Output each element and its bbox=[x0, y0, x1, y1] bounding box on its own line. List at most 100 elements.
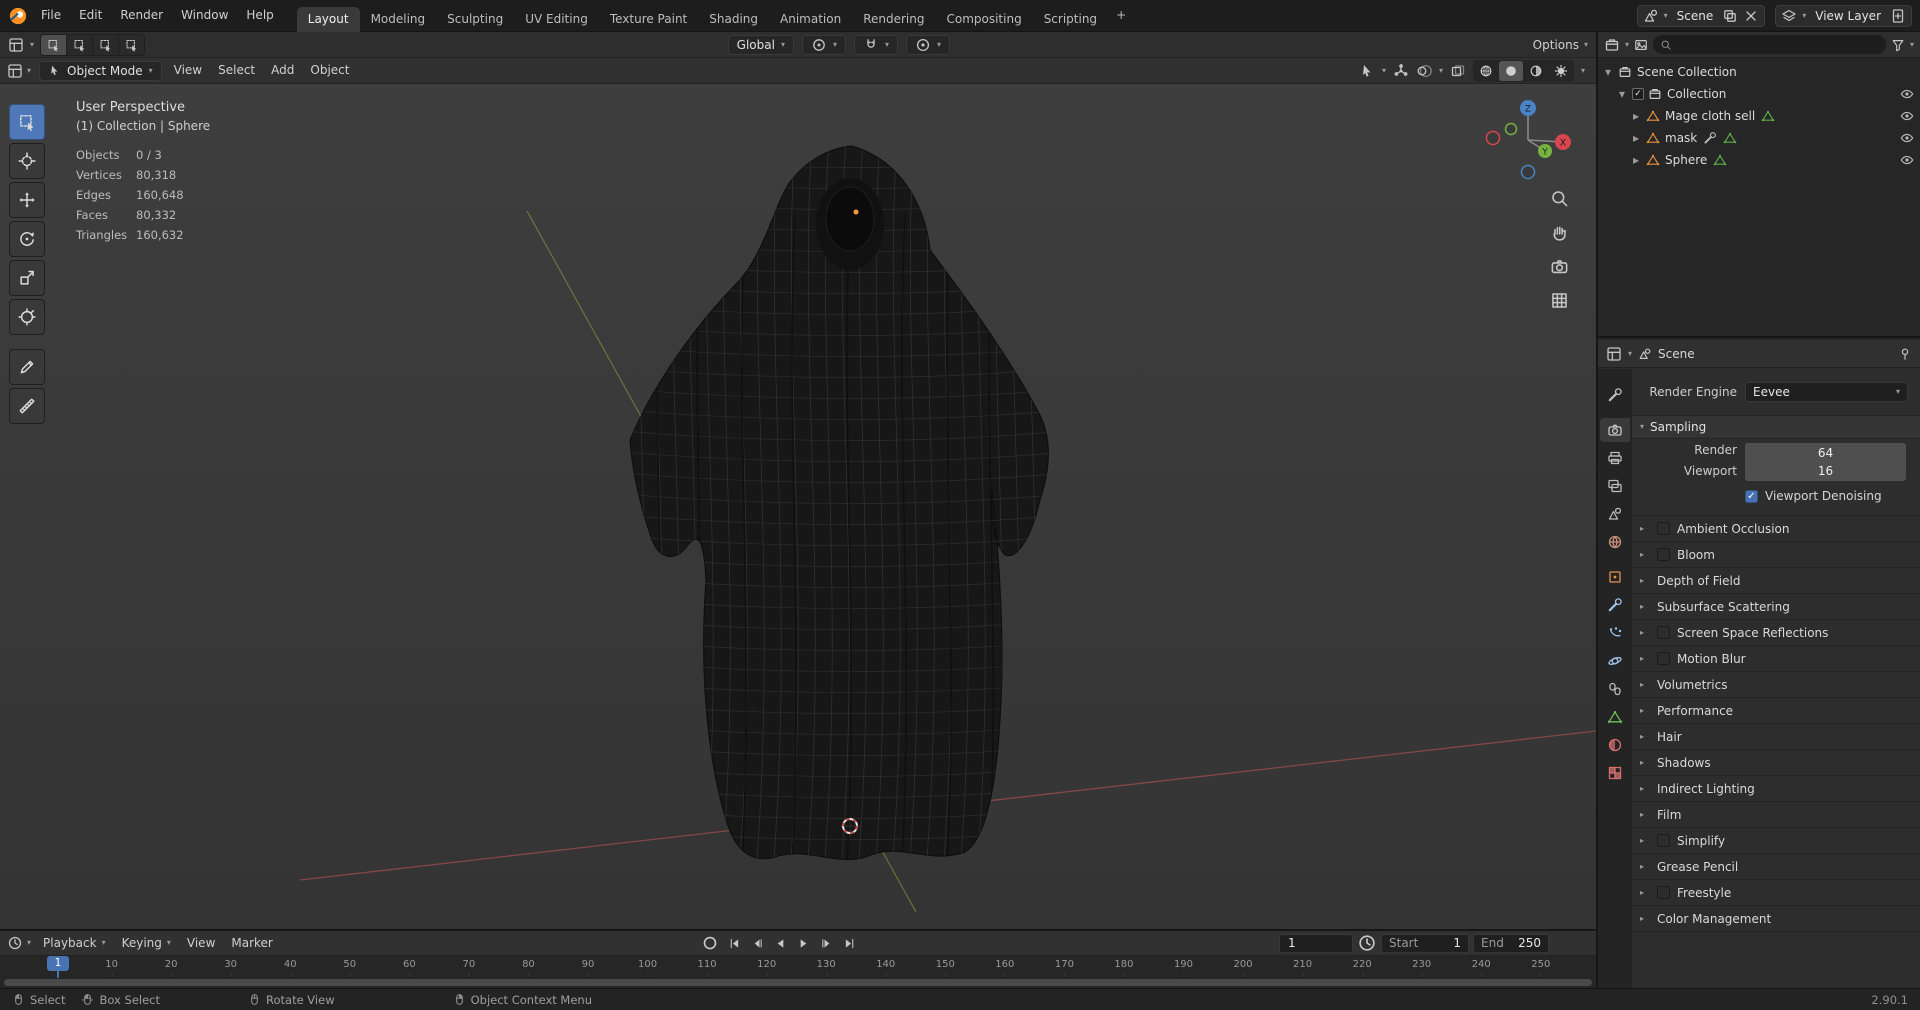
blender-logo-icon[interactable] bbox=[8, 6, 28, 26]
section-checkbox[interactable] bbox=[1657, 834, 1670, 847]
visibility-eye-icon[interactable] bbox=[1900, 87, 1914, 101]
viewport-denoising-checkbox[interactable]: ✓ bbox=[1745, 489, 1758, 503]
select-mode-button-2[interactable] bbox=[93, 34, 119, 55]
playhead-frame-label[interactable]: 1 bbox=[47, 956, 69, 971]
proportional-editing-toggle[interactable]: ▾ bbox=[906, 34, 951, 55]
workspace-tab-uv-editing[interactable]: UV Editing bbox=[514, 7, 599, 32]
frame-tick[interactable]: 180 bbox=[1114, 959, 1133, 977]
sampling-panel-header[interactable]: ▾ Sampling bbox=[1632, 415, 1920, 439]
overlays-toggle-icon[interactable] bbox=[1416, 63, 1432, 79]
workspace-tab-layout[interactable]: Layout bbox=[296, 6, 360, 32]
frame-tick[interactable]: 20 bbox=[165, 959, 178, 977]
orientation-select[interactable]: Global ▾ bbox=[727, 34, 794, 55]
select-mode-button-3[interactable] bbox=[119, 34, 145, 55]
add-workspace-button[interactable]: + bbox=[1108, 0, 1134, 31]
visibility-eye-icon[interactable] bbox=[1900, 109, 1914, 123]
axis-y-neg-handle[interactable] bbox=[1504, 122, 1518, 136]
viewport-menu-select[interactable]: Select bbox=[210, 58, 263, 83]
tool-measure-button[interactable] bbox=[9, 388, 45, 424]
section-checkbox[interactable] bbox=[1657, 626, 1670, 639]
outliner-row-mask[interactable]: ▸ mask bbox=[1598, 127, 1920, 149]
workspace-tab-sculpting[interactable]: Sculpting bbox=[436, 7, 514, 32]
tool-move-button[interactable] bbox=[9, 182, 45, 218]
pin-icon[interactable] bbox=[1898, 347, 1912, 361]
editor-type-icon[interactable] bbox=[7, 935, 23, 951]
frame-tick[interactable]: 70 bbox=[463, 959, 475, 977]
frame-tick[interactable]: 160 bbox=[995, 959, 1014, 977]
section-hair[interactable]: ▸ Hair bbox=[1632, 723, 1920, 749]
editor-type-icon[interactable] bbox=[7, 63, 23, 79]
workspace-tab-texture-paint[interactable]: Texture Paint bbox=[599, 7, 698, 32]
gizmos-toggle-icon[interactable] bbox=[1393, 63, 1409, 79]
shading-material-button[interactable] bbox=[1524, 61, 1548, 81]
navigation-gizmo[interactable]: Z X Y bbox=[1482, 90, 1574, 182]
section-simplify[interactable]: ▸ Simplify bbox=[1632, 827, 1920, 853]
frame-tick[interactable]: 170 bbox=[1055, 959, 1074, 977]
search-input[interactable] bbox=[1676, 38, 1879, 51]
axis-z-neg-handle[interactable] bbox=[1520, 164, 1536, 180]
workspace-tab-shading[interactable]: Shading bbox=[698, 7, 769, 32]
properties-tab-texture[interactable] bbox=[1600, 761, 1630, 785]
properties-tab-tool[interactable] bbox=[1600, 383, 1630, 407]
section-checkbox[interactable] bbox=[1657, 548, 1670, 561]
workspace-tab-animation[interactable]: Animation bbox=[769, 7, 852, 32]
sampling-viewport-value[interactable]: 16 bbox=[1745, 461, 1906, 481]
section-motion-blur[interactable]: ▸ Motion Blur bbox=[1632, 645, 1920, 671]
prev-key-button[interactable] bbox=[747, 934, 767, 952]
frame-tick[interactable]: 130 bbox=[817, 959, 836, 977]
select-mode-button-1[interactable] bbox=[67, 34, 93, 55]
sampling-render-value[interactable]: 64 bbox=[1745, 443, 1906, 463]
workspace-tab-rendering[interactable]: Rendering bbox=[852, 7, 935, 32]
frame-tick[interactable]: 120 bbox=[757, 959, 776, 977]
workspace-tab-modeling[interactable]: Modeling bbox=[360, 7, 437, 32]
frame-tick[interactable]: 80 bbox=[522, 959, 535, 977]
viewport-canvas[interactable] bbox=[0, 84, 1596, 929]
frame-tick[interactable]: 30 bbox=[224, 959, 237, 977]
viewport-menu-add[interactable]: Add bbox=[263, 58, 302, 83]
frame-tick[interactable]: 200 bbox=[1233, 959, 1253, 977]
section-ambient-occlusion[interactable]: ▸ Ambient Occlusion bbox=[1632, 515, 1920, 541]
timeline-ruler[interactable]: 1 10 20 30 40 50 60 70 80 90 100 110 120 130 140 150 16… bbox=[0, 956, 1596, 988]
frame-tick[interactable]: 40 bbox=[284, 959, 297, 977]
properties-tab-view-layer[interactable] bbox=[1600, 474, 1630, 498]
properties-tab-object-data[interactable] bbox=[1600, 705, 1630, 729]
collection-checkbox[interactable]: ✓ bbox=[1632, 88, 1644, 100]
viewport-menu-object[interactable]: Object bbox=[302, 58, 357, 83]
properties-tab-constraints[interactable] bbox=[1600, 677, 1630, 701]
timeline-scrollbar[interactable] bbox=[4, 979, 1592, 986]
section-freestyle[interactable]: ▸ Freestyle bbox=[1632, 879, 1920, 905]
timeline-menu-view[interactable]: View bbox=[179, 931, 223, 955]
tool-transform-button[interactable] bbox=[9, 299, 45, 335]
frame-tick[interactable]: 230 bbox=[1412, 959, 1431, 977]
section-subsurface-scattering[interactable]: ▸ Subsurface Scattering bbox=[1632, 593, 1920, 619]
keying-set-icon[interactable] bbox=[1357, 934, 1377, 952]
menu-render[interactable]: Render bbox=[111, 0, 172, 31]
menu-help[interactable]: Help bbox=[237, 0, 282, 31]
properties-tab-object[interactable] bbox=[1600, 565, 1630, 589]
section-checkbox[interactable] bbox=[1657, 886, 1670, 899]
viewport-menu-view[interactable]: View bbox=[166, 58, 210, 83]
editor-type-icon[interactable] bbox=[1606, 346, 1622, 362]
timeline-menu-playback[interactable]: Playback ▾ bbox=[35, 931, 114, 955]
section-depth-of-field[interactable]: ▸ Depth of Field bbox=[1632, 567, 1920, 593]
shading-solid-button[interactable] bbox=[1498, 60, 1523, 81]
frame-tick[interactable]: 90 bbox=[582, 959, 594, 977]
shading-wire-button[interactable] bbox=[1474, 61, 1498, 81]
auto-keying-toggle[interactable] bbox=[700, 934, 720, 952]
frame-tick[interactable]: 10 bbox=[105, 959, 118, 977]
close-icon[interactable] bbox=[1743, 8, 1759, 24]
frame-tick[interactable]: 110 bbox=[698, 959, 717, 977]
xray-toggle-icon[interactable] bbox=[1450, 63, 1466, 79]
play-rev-button[interactable] bbox=[770, 934, 790, 952]
expand-toggle-icon[interactable]: ▾ bbox=[1602, 65, 1614, 79]
play-button[interactable] bbox=[793, 934, 813, 952]
options-dropdown[interactable]: Options ▾ bbox=[1533, 38, 1588, 52]
viewport-zoom-button[interactable] bbox=[1550, 189, 1572, 211]
frame-tick[interactable]: 140 bbox=[876, 959, 895, 977]
selectability-dropdown-icon[interactable] bbox=[1359, 63, 1375, 79]
workspace-tab-scripting[interactable]: Scripting bbox=[1033, 7, 1108, 32]
frame-tick[interactable]: 210 bbox=[1293, 959, 1312, 977]
chevron-down-icon[interactable]: ▾ bbox=[1581, 66, 1585, 75]
tool-rotate-button[interactable] bbox=[9, 221, 45, 257]
pivot-select[interactable]: ▾ bbox=[801, 34, 846, 55]
